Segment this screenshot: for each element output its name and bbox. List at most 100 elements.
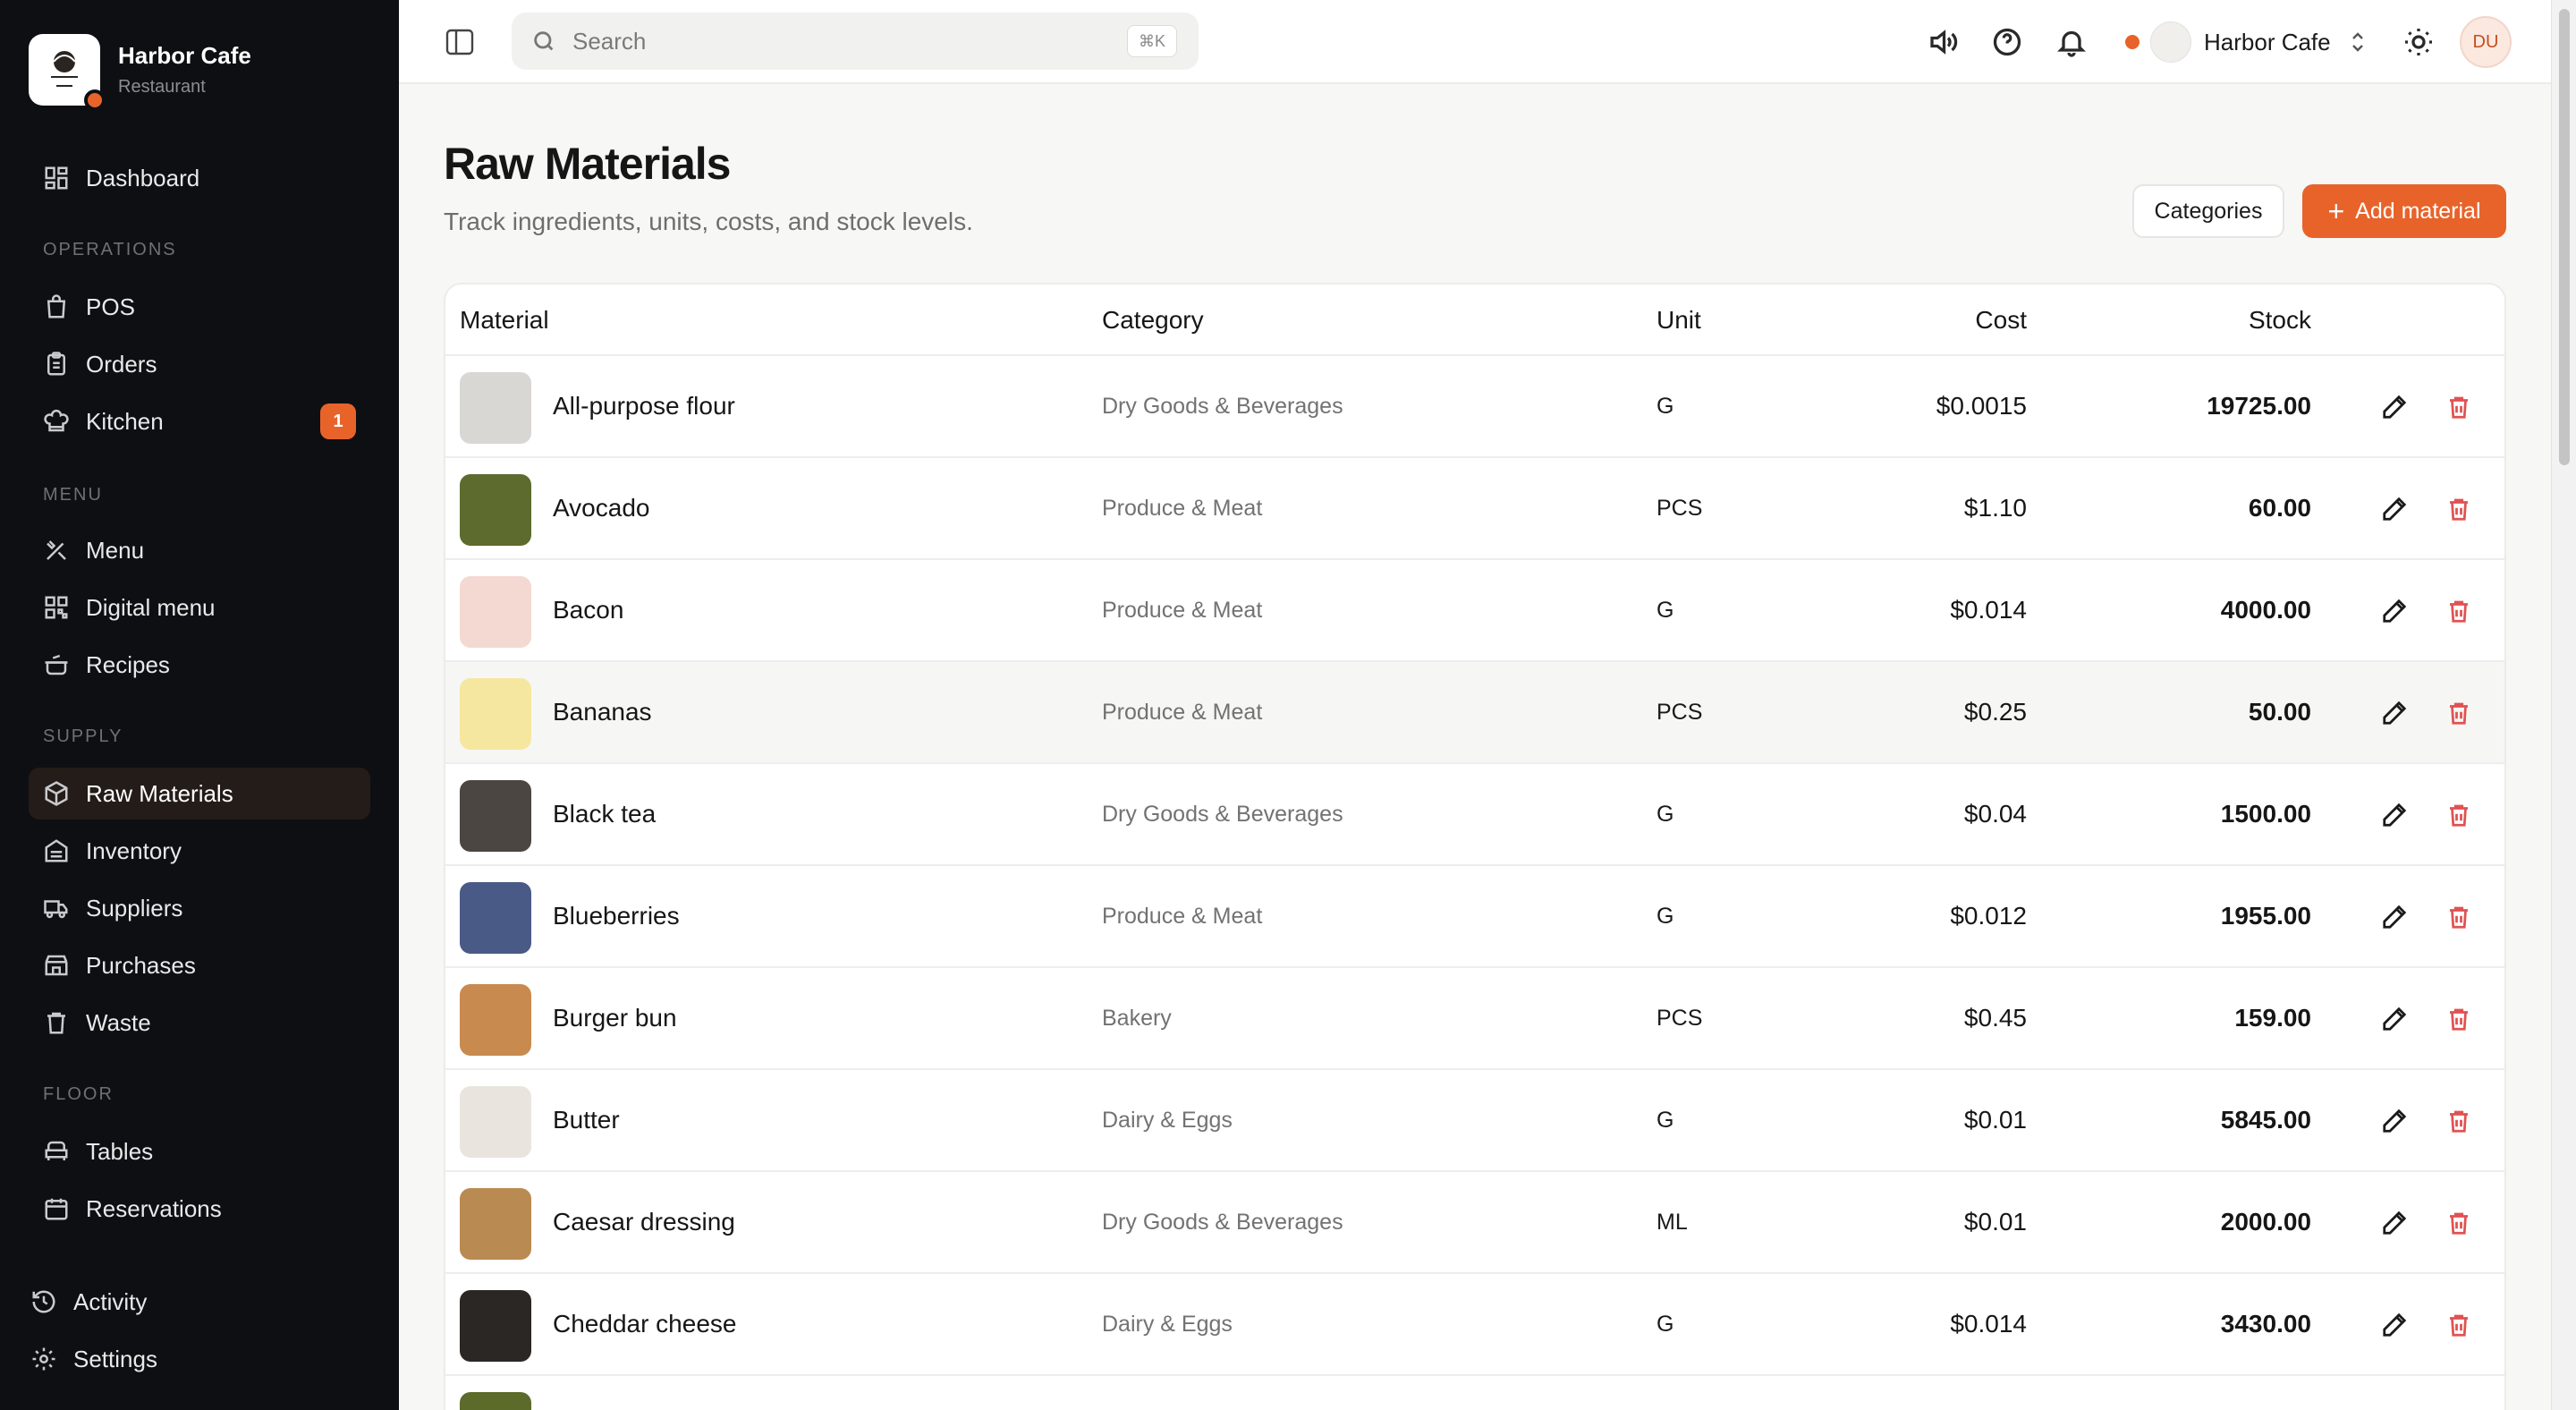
sidebar-item-digital-menu[interactable]: Digital menu: [29, 582, 370, 633]
sidebar-toggle-button[interactable]: [445, 29, 474, 55]
sidebar-item-orders[interactable]: Orders: [29, 338, 370, 390]
utensils-icon: [43, 537, 70, 564]
page-title: Raw Materials: [444, 139, 731, 189]
sidebar-item-tables[interactable]: Tables: [29, 1125, 370, 1177]
edit-button[interactable]: [2381, 1312, 2408, 1338]
page-scrollbar[interactable]: [2551, 0, 2576, 1410]
column-header-material[interactable]: Material: [460, 306, 549, 335]
help-button[interactable]: [1991, 26, 2023, 58]
column-header-stock[interactable]: Stock: [2249, 306, 2311, 335]
table-row[interactable]: Butter Dairy & Eggs G $0.01 5845.00: [445, 1070, 2504, 1172]
trash-icon: [2445, 1008, 2472, 1036]
column-header-unit[interactable]: Unit: [1657, 306, 1701, 335]
sidebar-item-menu[interactable]: Menu: [29, 524, 370, 576]
add-material-label: Add material: [2355, 198, 2481, 224]
table-row[interactable]: [445, 1376, 2504, 1410]
edit-button[interactable]: [2381, 1210, 2408, 1236]
edit-button[interactable]: [2381, 700, 2408, 726]
sidebar-item-kitchen[interactable]: Kitchen 1: [29, 395, 370, 447]
delete-button[interactable]: [2445, 802, 2472, 828]
chevrons-up-down-icon[interactable]: [2347, 29, 2368, 55]
brand-logo: [29, 34, 106, 111]
sidebar-item-inventory[interactable]: Inventory: [29, 825, 370, 877]
sidebar-item-label: Purchases: [86, 951, 196, 979]
sound-button[interactable]: [1927, 26, 1959, 58]
delete-button[interactable]: [2445, 700, 2472, 726]
tenant-logo[interactable]: [2150, 21, 2191, 63]
notifications-button[interactable]: [2055, 26, 2088, 58]
trash-icon: [2445, 1110, 2472, 1138]
sidebar-item-dashboard[interactable]: Dashboard: [29, 152, 370, 204]
table-row[interactable]: Bananas Produce & Meat PCS $0.25 50.00: [445, 662, 2504, 764]
sidebar-item-label: Recipes: [86, 650, 170, 678]
delete-button[interactable]: [2445, 904, 2472, 930]
sidebar-item-label: Dashboard: [86, 164, 200, 191]
scrollbar-thumb[interactable]: [2559, 9, 2570, 465]
material-stock: 1955.00: [2220, 902, 2311, 930]
delete-button[interactable]: [2445, 496, 2472, 522]
kitchen-count-badge: 1: [320, 403, 356, 439]
column-header-cost[interactable]: Cost: [1975, 306, 2027, 335]
theme-toggle-button[interactable]: [2402, 26, 2435, 58]
trash-icon: [2445, 804, 2472, 832]
sidebar-item-settings[interactable]: Settings: [16, 1333, 358, 1385]
delete-button[interactable]: [2445, 1006, 2472, 1032]
sidebar-item-raw-materials[interactable]: Raw Materials: [29, 768, 370, 820]
table-row[interactable]: Black tea Dry Goods & Beverages G $0.04 1500…: [445, 764, 2504, 866]
brand-switcher[interactable]: Harbor Cafe Restaurant: [29, 34, 251, 111]
trash-icon: [2445, 396, 2472, 424]
delete-button[interactable]: [2445, 1108, 2472, 1134]
edit-button[interactable]: [2381, 394, 2408, 420]
categories-button[interactable]: Categories: [2132, 184, 2284, 238]
add-material-button[interactable]: + Add material: [2302, 184, 2506, 238]
sidebar-item-activity[interactable]: Activity: [16, 1276, 358, 1328]
material-cost: $0.014: [1950, 1310, 2027, 1338]
material-cost: $0.012: [1950, 902, 2027, 930]
material-cost: $0.0015: [1936, 392, 2027, 420]
sidebar-item-label: Digital menu: [86, 593, 216, 621]
delete-button[interactable]: [2445, 1312, 2472, 1338]
column-header-category[interactable]: Category: [1102, 306, 1204, 335]
table-row[interactable]: Cheddar cheese Dairy & Eggs G $0.014 3430.00: [445, 1274, 2504, 1376]
brand-status-dot: [84, 89, 106, 111]
materials-table: Material Category Unit Cost Stock All-pu…: [444, 283, 2506, 1410]
edit-button[interactable]: [2381, 1006, 2408, 1032]
user-avatar[interactable]: DU: [2460, 16, 2512, 68]
delete-button[interactable]: [2445, 394, 2472, 420]
plus-icon: +: [2327, 195, 2345, 227]
edit-button[interactable]: [2381, 802, 2408, 828]
brand-name: Harbor Cafe: [118, 42, 251, 69]
table-row[interactable]: Blueberries Produce & Meat G $0.012 1955.00: [445, 866, 2504, 968]
store-icon: [43, 952, 70, 979]
search-placeholder: Search: [572, 27, 647, 55]
pencil-icon: [2381, 1312, 2408, 1342]
edit-button[interactable]: [2381, 1108, 2408, 1134]
sidebar-item-suppliers[interactable]: Suppliers: [29, 882, 370, 934]
delete-button[interactable]: [2445, 598, 2472, 624]
material-unit: PCS: [1657, 1006, 1703, 1031]
table-row[interactable]: Bacon Produce & Meat G $0.014 4000.00: [445, 560, 2504, 662]
material-cost: $1.10: [1963, 494, 2027, 522]
edit-button[interactable]: [2381, 598, 2408, 624]
panel-left-icon: [445, 29, 474, 55]
sidebar-item-purchases[interactable]: Purchases: [29, 939, 370, 991]
sidebar-item-reservations[interactable]: Reservations: [29, 1183, 370, 1235]
edit-button[interactable]: [2381, 496, 2408, 522]
table-row[interactable]: Burger bun Bakery PCS $0.45 159.00: [445, 968, 2504, 1070]
edit-button[interactable]: [2381, 904, 2408, 930]
search-shortcut-hint: ⌘K: [1126, 25, 1177, 57]
delete-button[interactable]: [2445, 1210, 2472, 1236]
material-cost: $0.01: [1963, 1106, 2027, 1134]
material-category: Bakery: [1102, 1006, 1172, 1031]
dashboard-icon: [43, 165, 70, 191]
table-row[interactable]: Caesar dressing Dry Goods & Beverages ML $0…: [445, 1172, 2504, 1274]
table-row[interactable]: Avocado Produce & Meat PCS $1.10 60.00: [445, 458, 2504, 560]
table-row[interactable]: All-purpose flour Dry Goods & Beverages G $…: [445, 356, 2504, 458]
sidebar-item-label: Waste: [86, 1008, 151, 1036]
sidebar-item-waste[interactable]: Waste: [29, 997, 370, 1049]
search-input[interactable]: Search ⌘K: [512, 13, 1199, 70]
tenant-switcher[interactable]: Harbor Cafe: [2204, 29, 2331, 56]
sidebar-item-pos[interactable]: POS: [29, 281, 370, 333]
section-label-menu: MENU: [43, 485, 103, 505]
sidebar-item-recipes[interactable]: Recipes: [29, 639, 370, 691]
